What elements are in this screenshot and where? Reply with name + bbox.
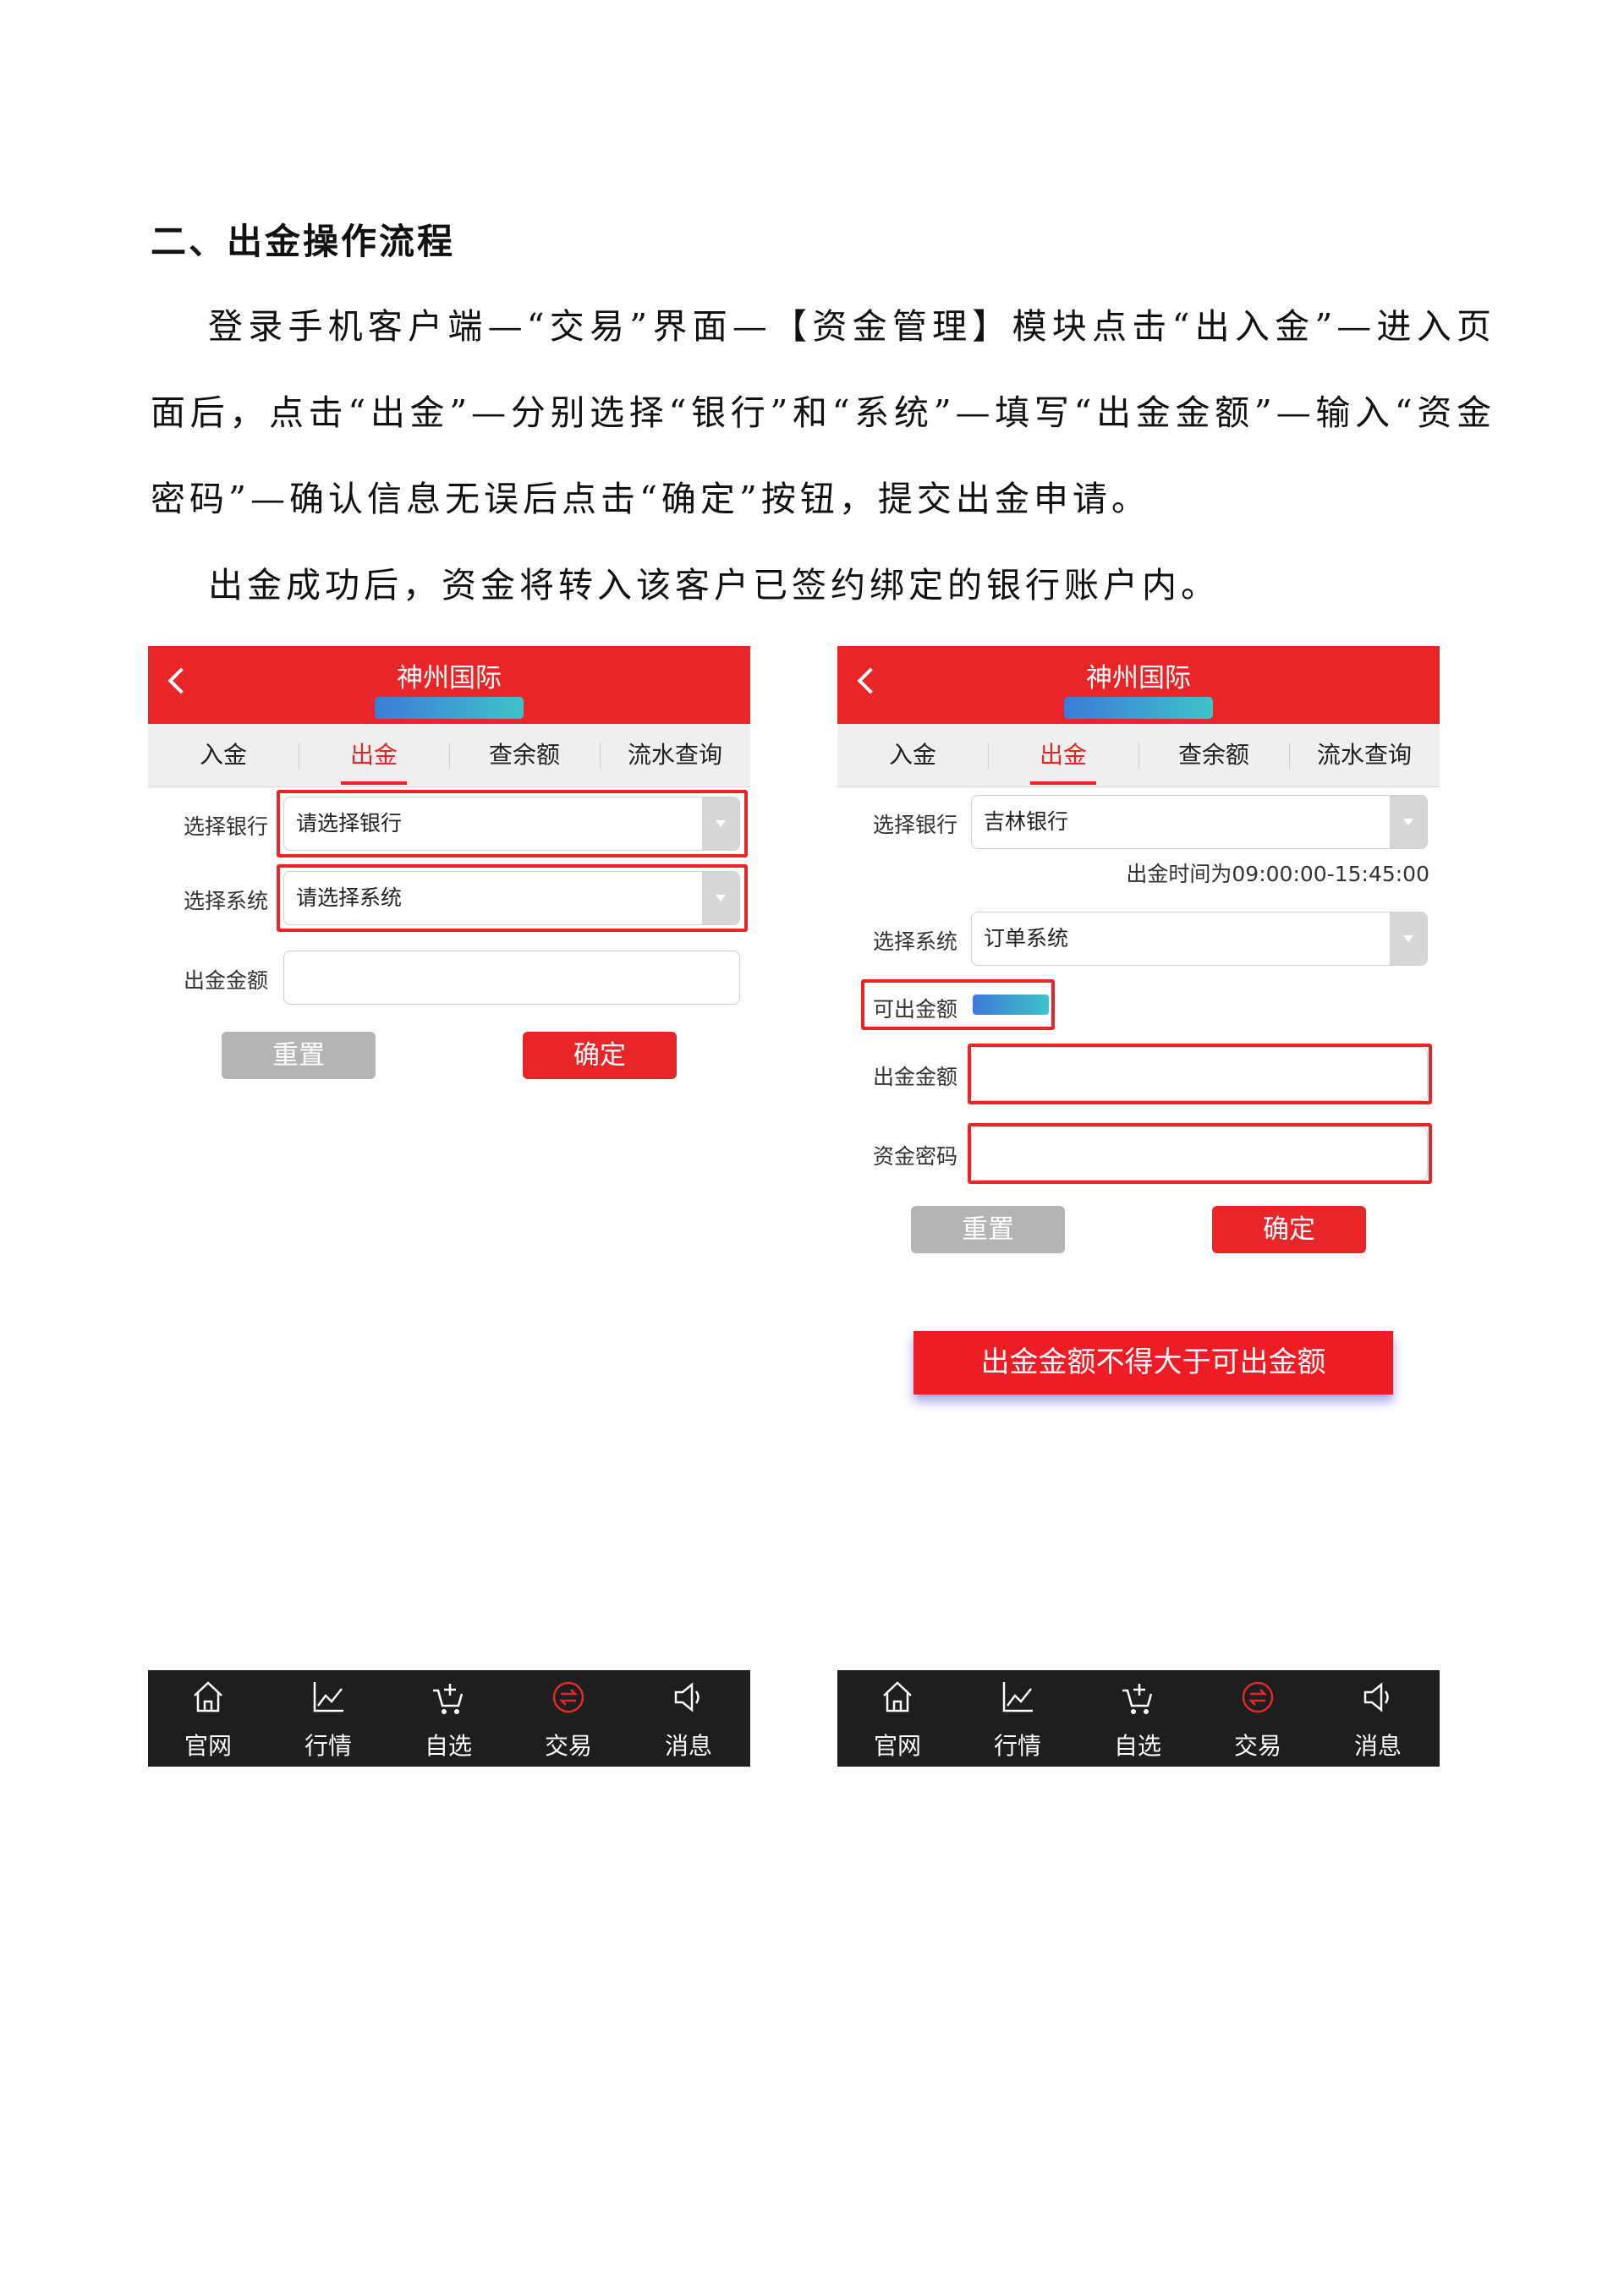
app-header: 神州国际 [148, 646, 750, 724]
nav-label: 交易 [544, 1732, 592, 1760]
confirm-button[interactable]: 确定 [1212, 1206, 1366, 1253]
tab-balance[interactable]: 查余额 [449, 724, 600, 786]
nav-messages[interactable]: 消息 [1318, 1670, 1438, 1767]
nav-label: 消息 [1353, 1732, 1402, 1760]
tab-withdraw[interactable]: 出金 [988, 724, 1138, 786]
bottom-nav: 官网 行情 自选 交易 消息 [837, 1670, 1440, 1767]
system-select[interactable]: 订单系统 [971, 912, 1428, 966]
nav-messages[interactable]: 消息 [628, 1670, 749, 1767]
bank-select-value: 吉林银行 [984, 809, 1069, 834]
result-paragraph: 出金成功后，资金将转入该客户已签约绑定的银行账户内。 [208, 565, 1220, 606]
nav-watchlist[interactable]: 自选 [1078, 1670, 1198, 1767]
tab-deposit[interactable]: 入金 [837, 724, 988, 786]
bank-select[interactable]: 吉林银行 [971, 795, 1428, 849]
exchange-icon [1242, 1681, 1274, 1713]
bank-label: 选择银行 [184, 814, 269, 839]
app-header: 神州国际 [837, 646, 1440, 724]
nav-label: 官网 [184, 1732, 232, 1760]
redacted-account-bar [1064, 697, 1213, 719]
nav-label: 行情 [993, 1732, 1041, 1760]
bank-label: 选择银行 [873, 813, 958, 837]
chevron-down-icon [1390, 912, 1427, 965]
password-label: 资金密码 [873, 1144, 958, 1169]
nav-market[interactable]: 行情 [957, 1670, 1078, 1767]
home-icon [883, 1681, 912, 1712]
chart-icon [313, 1682, 343, 1712]
app-title: 神州国际 [397, 663, 502, 693]
highlight-box [968, 1123, 1432, 1184]
tab-bar: 入金 出金 查余额 流水查询 [837, 724, 1440, 787]
tab-history[interactable]: 流水查询 [600, 724, 750, 786]
chevron-down-icon [1390, 796, 1427, 848]
highlight-box [861, 979, 1055, 1030]
nav-watchlist[interactable]: 自选 [388, 1670, 508, 1767]
chart-icon [1002, 1682, 1033, 1712]
tab-withdraw[interactable]: 出金 [299, 724, 449, 786]
system-label: 选择系统 [184, 889, 269, 913]
amount-label: 出金金额 [184, 968, 269, 993]
nav-label: 消息 [664, 1732, 712, 1760]
warning-callout: 出金金额不得大于可出金额 [914, 1331, 1393, 1395]
redacted-account-bar [375, 697, 524, 719]
cart-icon [433, 1684, 464, 1714]
highlight-box [968, 1044, 1432, 1104]
amount-label: 出金金额 [873, 1065, 958, 1089]
app-title: 神州国际 [1086, 663, 1191, 693]
tab-balance[interactable]: 查余额 [1138, 724, 1289, 786]
nav-trade[interactable]: 交易 [508, 1670, 628, 1767]
bottom-nav: 官网 行情 自选 交易 消息 [148, 1670, 750, 1767]
tab-deposit[interactable]: 入金 [148, 724, 299, 786]
system-select-value: 订单系统 [984, 926, 1069, 951]
tab-history[interactable]: 流水查询 [1289, 724, 1440, 786]
confirm-button[interactable]: 确定 [523, 1032, 677, 1079]
nav-label: 自选 [1113, 1732, 1161, 1760]
speaker-icon [674, 1682, 700, 1712]
nav-home[interactable]: 官网 [837, 1670, 957, 1767]
speaker-icon [1363, 1682, 1389, 1712]
nav-trade[interactable]: 交易 [1198, 1670, 1318, 1767]
highlight-box [277, 864, 748, 932]
nav-label: 交易 [1233, 1732, 1281, 1760]
procedure-paragraph: 登录手机客户端—“交易”界面—【资金管理】模块点击“出入金”—进入页面后，点击“… [151, 306, 1495, 519]
withdraw-screen-empty: 神州国际 入金 出金 查余额 流水查询 选择银行 请选择银行 选择系统 请选择系… [148, 646, 750, 1767]
tab-bar: 入金 出金 查余额 流水查询 [148, 724, 750, 787]
nav-label: 自选 [424, 1732, 472, 1760]
withdraw-screen-filled: 神州国际 入金 出金 查余额 流水查询 选择银行 吉林银行 出金时间为09:00… [837, 646, 1440, 1767]
reset-button[interactable]: 重置 [911, 1206, 1065, 1253]
highlight-box [277, 790, 748, 858]
home-icon [194, 1681, 222, 1712]
cart-icon [1122, 1684, 1153, 1714]
reset-button[interactable]: 重置 [222, 1032, 376, 1079]
nav-label: 行情 [304, 1732, 352, 1760]
nav-home[interactable]: 官网 [148, 1670, 268, 1767]
section-heading: 二、出金操作流程 [151, 221, 456, 262]
amount-input[interactable] [283, 951, 740, 1005]
nav-market[interactable]: 行情 [268, 1670, 388, 1767]
system-label: 选择系统 [873, 929, 958, 954]
exchange-icon [552, 1681, 584, 1713]
withdraw-time-note: 出金时间为09:00:00-15:45:00 [1126, 862, 1429, 886]
nav-label: 官网 [873, 1732, 921, 1760]
